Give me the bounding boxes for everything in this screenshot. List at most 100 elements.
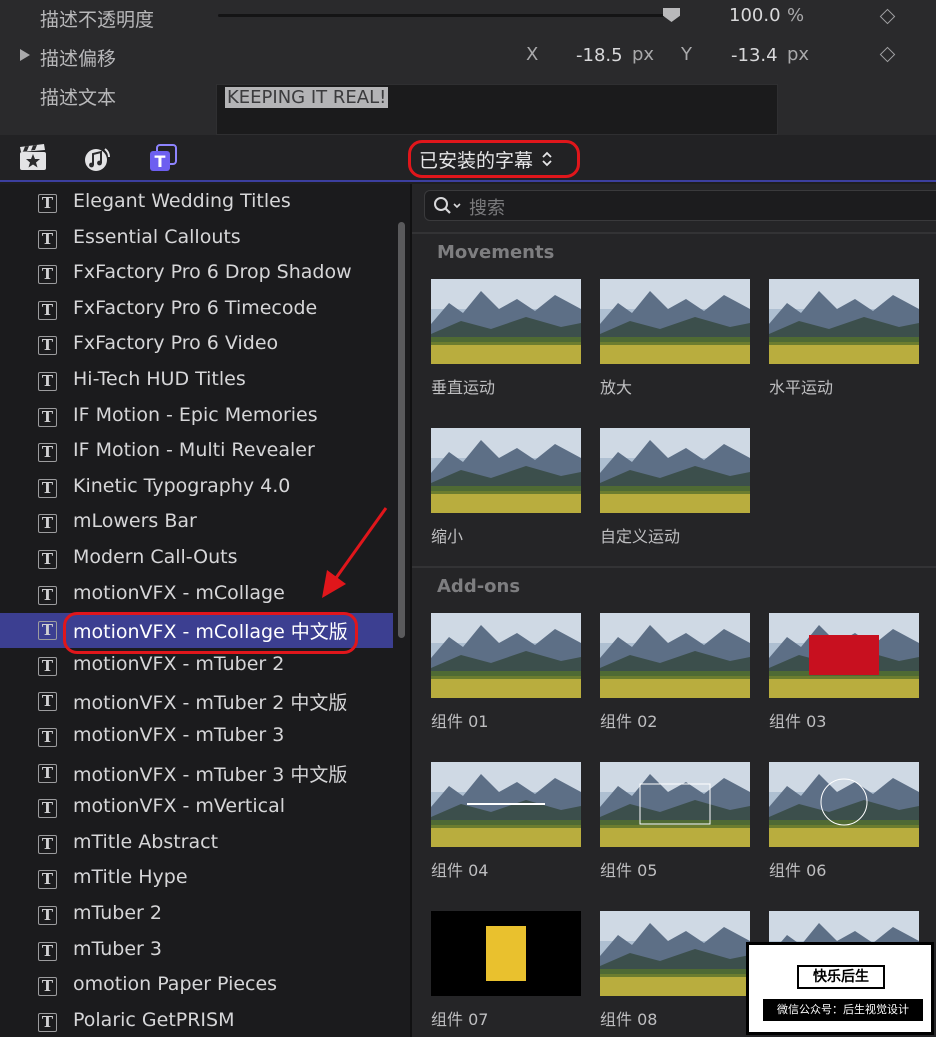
text-label: 描述文本 xyxy=(40,87,117,109)
watermark-badge: 快乐后生 微信公众号：后生视觉设计 xyxy=(746,942,934,1035)
section-separator xyxy=(412,232,936,234)
sidebar-item-label: motionVFX - mTuber 3 中文版 xyxy=(73,764,348,786)
keyframe-diamond-icon[interactable] xyxy=(879,46,896,63)
title-template-icon: T xyxy=(38,514,57,533)
search-input[interactable]: 搜索 xyxy=(424,190,936,221)
title-tile[interactable]: 组件 07 xyxy=(431,911,581,1030)
disclosure-triangle-icon[interactable] xyxy=(20,49,30,61)
title-tile[interactable]: 放大 xyxy=(600,279,750,398)
text-field[interactable]: KEEPING IT REAL! xyxy=(216,84,778,135)
browser-toolbar: T 已安装的字幕 xyxy=(0,135,936,182)
sidebar-scrollbar[interactable] xyxy=(398,222,405,638)
title-template-icon: T xyxy=(38,764,57,783)
sidebar-item[interactable]: T Polaric GetPRISM xyxy=(0,1005,393,1037)
sidebar-item[interactable]: TmotionVFX - mTuber 2 中文版 xyxy=(0,684,393,719)
sidebar-item[interactable]: T Kinetic Typography 4.0 xyxy=(0,471,393,506)
offset-y-value[interactable]: -13.4 xyxy=(731,45,778,66)
title-tile[interactable]: 组件 04 xyxy=(431,762,581,881)
sidebar-item[interactable]: TmTitle Hype xyxy=(0,862,393,897)
title-template-icon: T xyxy=(38,1013,57,1032)
sidebar-item-label: FxFactory Pro 6 Drop Shadow xyxy=(73,261,352,283)
sidebar-item-label: mLowers Bar xyxy=(73,510,197,532)
sidebar-item[interactable]: TmTuber 2 xyxy=(0,898,393,933)
sidebar-item[interactable]: T Hi-Tech HUD Titles xyxy=(0,364,393,399)
keyframe-diamond-icon[interactable] xyxy=(879,8,896,25)
tile-label: 自定义运动 xyxy=(600,527,681,546)
sidebar-item[interactable]: TmotionVFX - mTuber 2 xyxy=(0,649,393,684)
sidebar-item-label: IF Motion - Multi Revealer xyxy=(73,439,315,461)
sidebar-item[interactable]: T IF Motion - Multi Revealer xyxy=(0,435,393,470)
sidebar-item[interactable]: Tomotion Paper Pieces xyxy=(0,969,393,1004)
sidebar-item-label: mTitle Abstract xyxy=(73,831,219,853)
title-tile[interactable]: 水平运动 xyxy=(769,279,919,398)
title-tile[interactable]: 组件 05 xyxy=(600,762,750,881)
sidebar-item[interactable]: T FxFactory Pro 6 Video xyxy=(0,328,393,363)
title-tile[interactable]: 组件 01 xyxy=(431,613,581,732)
tile-thumbnail xyxy=(769,279,919,364)
opacity-slider-handle[interactable] xyxy=(663,8,680,22)
sidebar-item[interactable]: T FxFactory Pro 6 Drop Shadow xyxy=(0,257,393,292)
sidebar-item-label: motionVFX - mTuber 2 中文版 xyxy=(73,692,348,714)
sidebar-item[interactable]: T IF Motion - Epic Memories xyxy=(0,400,393,435)
tile-thumbnail xyxy=(431,613,581,698)
opacity-value[interactable]: 100.0 xyxy=(729,5,781,26)
music-icon[interactable] xyxy=(83,143,113,173)
title-tile[interactable]: 组件 06 xyxy=(769,762,919,881)
sidebar-item[interactable]: T Essential Callouts xyxy=(0,222,393,257)
title-template-icon: T xyxy=(38,977,57,996)
sidebar-item-label: mTuber 3 xyxy=(73,938,162,960)
tile-label: 水平运动 xyxy=(769,378,834,397)
tile-label: 放大 xyxy=(600,378,633,397)
red-rect-overlay xyxy=(809,635,879,675)
titles-icon[interactable]: T xyxy=(148,143,178,173)
sidebar-item[interactable]: TmTitle Abstract xyxy=(0,827,393,862)
sidebar-item[interactable]: TmLowers Bar xyxy=(0,506,393,541)
title-template-icon: T xyxy=(38,265,57,284)
title-template-icon: T xyxy=(38,408,57,427)
offset-x-label: X xyxy=(526,44,539,65)
sidebar-item[interactable]: TmotionVFX - mTuber 3 中文版 xyxy=(0,756,393,791)
sidebar-item-label: FxFactory Pro 6 Timecode xyxy=(73,297,318,319)
offset-x-value[interactable]: -18.5 xyxy=(576,45,623,66)
clapper-star-icon[interactable] xyxy=(18,143,48,173)
title-tile[interactable]: 组件 03 xyxy=(769,613,919,732)
title-tile[interactable]: 缩小 xyxy=(431,428,581,547)
sidebar-item[interactable]: TmotionVFX - mCollage xyxy=(0,578,393,613)
title-template-icon: T xyxy=(38,692,57,711)
tile-thumbnail xyxy=(600,428,750,513)
watermark-title: 快乐后生 xyxy=(797,965,885,989)
installed-titles-menu[interactable]: 已安装的字幕 xyxy=(408,140,580,178)
sidebar-item-label: IF Motion - Epic Memories xyxy=(73,404,318,426)
tile-thumbnail xyxy=(600,762,750,847)
sidebar-item-label: Essential Callouts xyxy=(73,226,241,248)
sidebar-item[interactable]: T Modern Call-Outs xyxy=(0,542,393,577)
sidebar-item[interactable]: TmotionVFX - mTuber 3 xyxy=(0,720,393,755)
tile-label: 组件 06 xyxy=(769,861,827,880)
sidebar-item-label: Hi-Tech HUD Titles xyxy=(73,368,246,390)
tile-label: 组件 03 xyxy=(769,712,827,731)
title-template-icon: T xyxy=(38,550,57,569)
sidebar-item[interactable]: TmotionVFX - mVertical xyxy=(0,791,393,826)
tile-label: 组件 07 xyxy=(431,1010,489,1029)
tile-thumbnail xyxy=(431,911,581,996)
sidebar-item[interactable]: T Elegant Wedding Titles xyxy=(0,186,393,221)
sidebar-item-label: FxFactory Pro 6 Video xyxy=(73,332,279,354)
title-tile[interactable]: 组件 08 xyxy=(600,911,750,1030)
title-tile[interactable]: 垂直运动 xyxy=(431,279,581,398)
title-tile[interactable]: 自定义运动 xyxy=(600,428,750,547)
titles-category-list: T Elegant Wedding Titles T Essential Callou… xyxy=(0,184,410,1037)
tile-thumbnail xyxy=(600,279,750,364)
sidebar-item[interactable]: T FxFactory Pro 6 Timecode xyxy=(0,293,393,328)
title-template-icon: T xyxy=(38,942,57,961)
title-template-icon: T xyxy=(38,621,57,640)
offset-y-unit: px xyxy=(787,44,810,65)
title-template-icon: T xyxy=(38,906,57,925)
sidebar-item-label: motionVFX - mCollage xyxy=(73,582,285,604)
title-template-icon: T xyxy=(38,372,57,391)
sidebar-item[interactable]: TmTuber 3 xyxy=(0,934,393,969)
title-template-icon: T xyxy=(38,657,57,676)
tile-thumbnail xyxy=(769,762,919,847)
title-tile[interactable]: 组件 02 xyxy=(600,613,750,732)
title-template-icon: T xyxy=(38,728,57,747)
opacity-slider[interactable] xyxy=(218,14,674,17)
